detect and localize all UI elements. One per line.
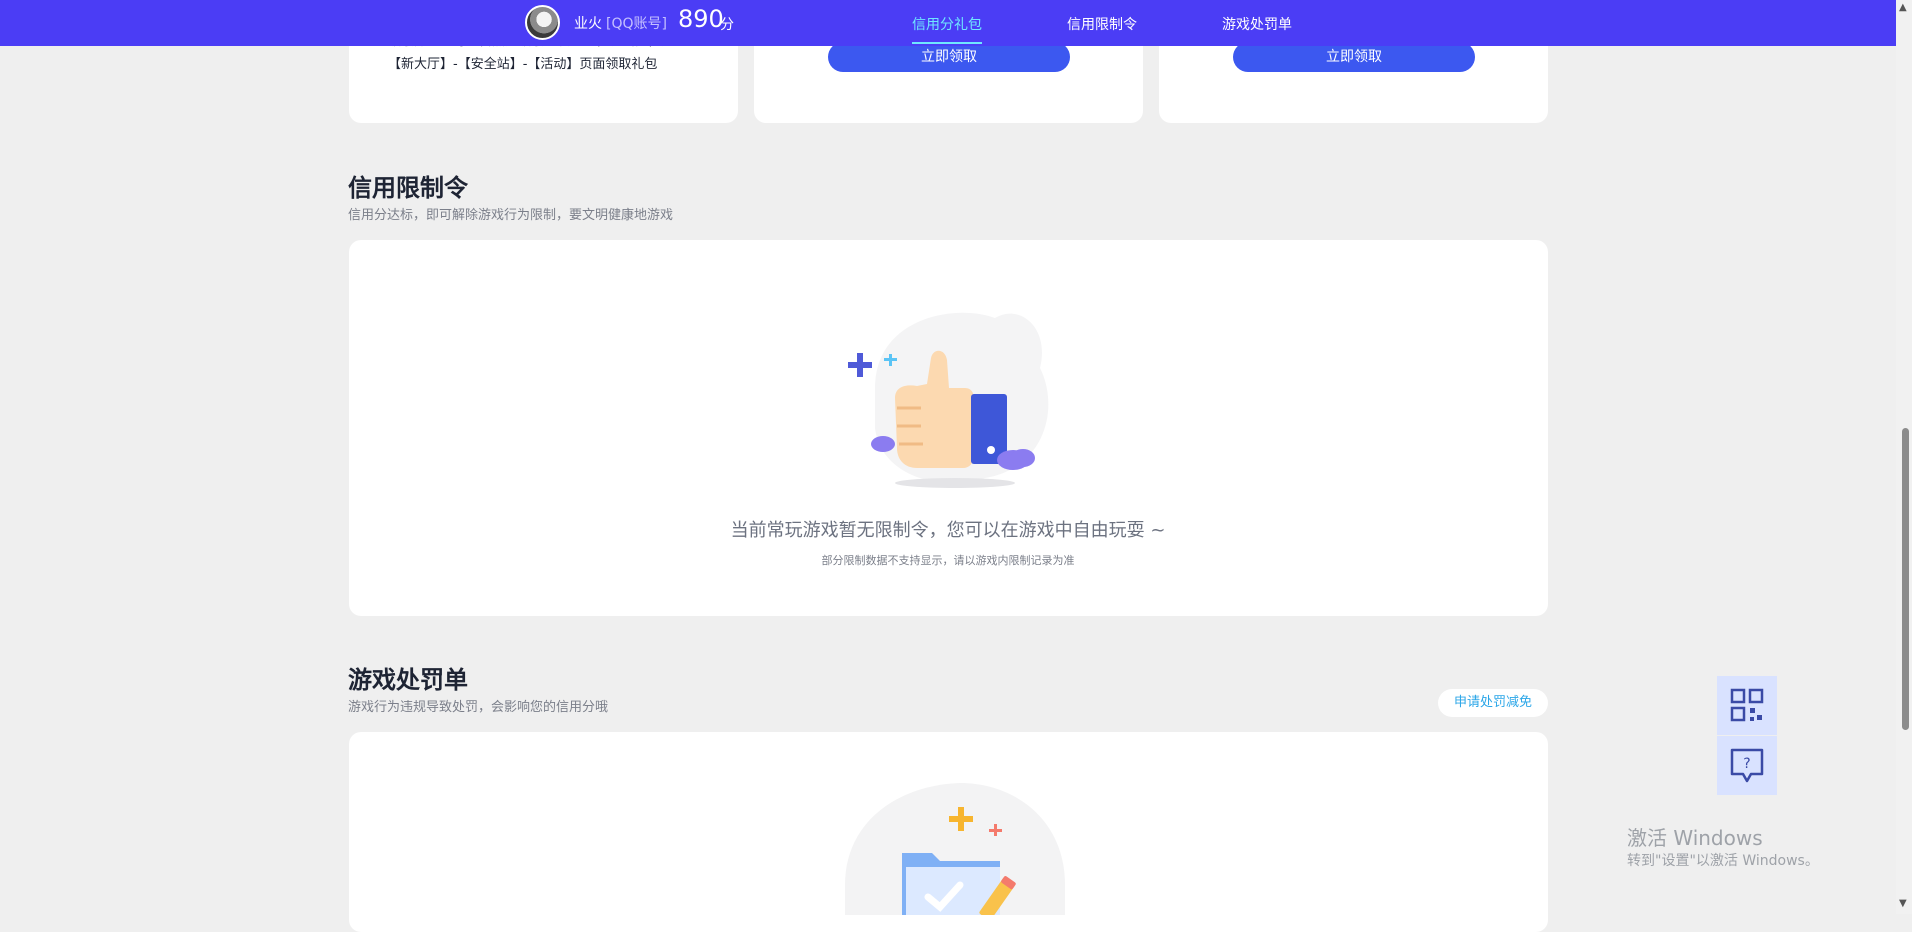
account-type: [QQ账号] — [606, 16, 667, 32]
claim-button-2[interactable]: 立即领取 — [1233, 42, 1475, 72]
penalty-subtitle: 游戏行为违规导致处罚，会影响您的信用分哦 — [348, 700, 609, 715]
help-chat-icon: ? — [1730, 748, 1764, 783]
apply-penalty-reduction-button[interactable]: 申请处罚减免 — [1438, 689, 1548, 717]
help-feedback-button[interactable]: ? — [1717, 736, 1777, 795]
folder-check-illustration — [845, 783, 1065, 915]
claim-button[interactable]: 立即领取 — [828, 42, 1070, 72]
username: 业火 — [574, 16, 602, 32]
thumbs-up-illustration — [848, 312, 1049, 488]
penalty-title: 游戏处罚单 — [348, 666, 468, 694]
top-bar: 业火 [QQ账号] 890 分 信用分礼包 信用限制令 游戏处罚单 — [0, 0, 1896, 46]
windows-activation-hint: 转到"设置"以激活 Windows。 — [1627, 853, 1819, 869]
avatar[interactable] — [525, 5, 560, 40]
scroll-down-arrow-icon[interactable]: ▼ — [1899, 898, 1907, 909]
qr-code-button[interactable] — [1717, 676, 1777, 735]
score-unit: 分 — [720, 17, 734, 33]
qr-code-icon — [1730, 688, 1764, 722]
credit-score: 890 — [678, 5, 724, 33]
restriction-title: 信用限制令 — [348, 174, 468, 202]
restriction-empty-note: 部分限制数据不支持显示，请以游戏内限制记录为准 — [821, 554, 1075, 567]
svg-text:?: ? — [1743, 756, 1750, 772]
scroll-up-arrow-icon[interactable]: ▲ — [1899, 2, 1907, 13]
scrollbar-thumb[interactable] — [1902, 428, 1909, 730]
tab-game-penalty[interactable]: 游戏处罚单 — [1222, 14, 1292, 34]
restriction-empty-message: 当前常玩游戏暂无限制令，您可以在游戏中自由玩耍 ~ — [730, 520, 1166, 541]
windows-activation-title: 激活 Windows — [1627, 826, 1763, 850]
tab-credit-gift[interactable]: 信用分礼包 — [912, 14, 982, 34]
active-tab-indicator — [912, 42, 982, 44]
restriction-subtitle: 信用分达标，即可解除游戏行为限制，要文明健康地游戏 — [348, 208, 674, 223]
tab-credit-restriction[interactable]: 信用限制令 — [1067, 14, 1137, 34]
